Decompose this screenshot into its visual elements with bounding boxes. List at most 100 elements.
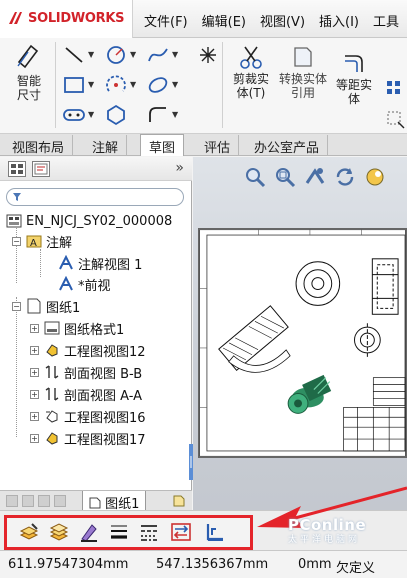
solidworks-logo[interactable]: SOLIDWORKS: [0, 0, 133, 38]
feature-tree-icon[interactable]: [8, 161, 26, 177]
tree-item-annotation-view[interactable]: 注解视图 1: [58, 253, 142, 273]
scissors-icon: [240, 46, 262, 69]
chevron-down-icon[interactable]: ▼: [130, 50, 136, 59]
ribbon-separator: [222, 42, 223, 128]
previous-view-icon[interactable]: [303, 165, 327, 189]
chevron-down-icon[interactable]: ▼: [172, 80, 178, 89]
feature-manager-panel: » EN_NJCJ_SY02_000008 − A 注解 注解视图 1 *前视 …: [0, 157, 193, 510]
line-icon[interactable]: [62, 44, 86, 66]
expand-toggle[interactable]: +: [30, 412, 39, 421]
convert-entities-icon: [294, 47, 312, 67]
collapse-toggle[interactable]: −: [12, 237, 21, 246]
previous-sheet-arrow[interactable]: [22, 495, 34, 507]
rebuild-icon[interactable]: [333, 165, 357, 189]
convert-entities-button[interactable]: 转换实体引用: [278, 44, 328, 100]
expand-toggle[interactable]: +: [30, 324, 39, 333]
status-bar: 611.97547304mm 547.1356367mm 0mm 欠定义: [0, 550, 407, 578]
ellipse-icon[interactable]: [146, 74, 170, 96]
collapse-toggle[interactable]: −: [12, 302, 21, 311]
tab-annotation[interactable]: 注解: [84, 135, 128, 156]
tree-item-sheet-format[interactable]: 图纸格式1: [44, 318, 124, 338]
point-icon[interactable]: [196, 44, 220, 66]
tree-root-label: EN_NJCJ_SY02_000008: [26, 213, 173, 229]
offset-label: 等距实体: [335, 78, 372, 106]
tab-sketch[interactable]: 草图: [140, 134, 185, 156]
command-manager: 智能尺寸 ▼ ▼ ▼ ▼ ▼ ▼ ▼ ▼ 剪裁实体(T) 转换实体引用 等距实体: [0, 38, 407, 134]
expand-toggle[interactable]: +: [30, 368, 39, 377]
trim-entities-button[interactable]: 剪裁实体(T): [228, 44, 274, 100]
fillet-icon[interactable]: [146, 104, 170, 126]
chevron-down-icon[interactable]: ▼: [88, 50, 94, 59]
line-style-icon[interactable]: [138, 521, 160, 543]
polygon-icon[interactable]: [104, 104, 128, 126]
filter-field[interactable]: [6, 188, 184, 206]
ribbon-separator: [55, 42, 56, 128]
command-tabs: 视图布局 注解 草图 评估 办公室产品: [0, 134, 407, 156]
menu-tools[interactable]: 工具: [373, 11, 399, 30]
convert-label: 转换实体引用: [279, 72, 328, 100]
move-entities-icon[interactable]: [384, 108, 407, 130]
expand-toggle[interactable]: +: [30, 390, 39, 399]
zoom-to-fit-icon[interactable]: [243, 165, 267, 189]
tree-item-drawing-view-12-label: 工程图视图12: [64, 344, 146, 360]
menu-view[interactable]: 视图(V): [260, 11, 305, 30]
line-color-icon[interactable]: [78, 521, 100, 543]
heads-up-view-toolbar: [243, 165, 387, 189]
chevron-down-icon[interactable]: ▼: [172, 110, 178, 119]
chevron-down-icon[interactable]: ▼: [130, 80, 136, 89]
brand-name: SOLIDWORKS: [28, 11, 125, 26]
spline-icon[interactable]: [146, 44, 170, 66]
tree-item-section-aa-label: 剖面视图 A-A: [64, 388, 143, 404]
tree-item-front-view[interactable]: *前视: [58, 274, 111, 294]
smart-dimension-button[interactable]: 智能尺寸: [6, 44, 52, 102]
tree-root[interactable]: EN_NJCJ_SY02_000008: [6, 211, 172, 231]
menu-edit[interactable]: 编辑(E): [202, 11, 246, 30]
tree-item-sheet[interactable]: 图纸1: [26, 296, 80, 316]
tree-item-drawing-view-12[interactable]: 工程图视图12: [44, 340, 146, 360]
linear-pattern-icon[interactable]: [384, 78, 407, 100]
tab-evaluate[interactable]: 评估: [196, 135, 240, 156]
annotations-folder-icon: A: [26, 235, 42, 249]
tree-item-drawing-view-16[interactable]: 工程图视图16: [44, 406, 146, 426]
smart-dimension-icon: [17, 44, 39, 69]
chevron-down-icon[interactable]: ▼: [88, 80, 94, 89]
zoom-to-area-icon[interactable]: [273, 165, 297, 189]
property-manager-icon[interactable]: [32, 161, 50, 177]
layer-stack-icon[interactable]: [48, 521, 70, 543]
watermark-line-2: 太平洋电脑网: [288, 535, 361, 545]
apply-scene-icon[interactable]: [363, 165, 387, 189]
expand-toggle[interactable]: +: [30, 434, 39, 443]
tab-office-products[interactable]: 办公室产品: [246, 135, 329, 156]
menu-file[interactable]: 文件(F): [144, 11, 188, 30]
tree-item-annotations[interactable]: A 注解: [26, 231, 72, 251]
tree-item-sheet-label: 图纸1: [46, 300, 81, 316]
tab-view-layout[interactable]: 视图布局: [4, 135, 74, 156]
tree-item-section-bb[interactable]: 剖面视图 B-B: [44, 362, 142, 382]
layer-properties-icon[interactable]: [18, 521, 40, 543]
graphics-area[interactable]: [193, 157, 407, 510]
last-sheet-arrow[interactable]: [54, 495, 66, 507]
expand-toggle[interactable]: +: [30, 346, 39, 355]
add-sheet-icon[interactable]: [172, 494, 186, 508]
more-panels-button[interactable]: »: [175, 160, 184, 176]
next-sheet-arrow[interactable]: [38, 495, 50, 507]
color-display-mode-icon[interactable]: [204, 521, 226, 543]
tree-item-section-aa[interactable]: 剖面视图 A-A: [44, 384, 142, 404]
hide-show-edges-icon[interactable]: [170, 521, 192, 543]
watermark: PConline 太平洋电脑网: [288, 516, 366, 545]
drawing-document-icon: [6, 214, 22, 228]
circle-icon[interactable]: [104, 44, 128, 66]
chevron-down-icon[interactable]: ▼: [172, 50, 178, 59]
sheet-tab-1[interactable]: 图纸1: [82, 491, 147, 512]
slot-icon[interactable]: [62, 104, 86, 126]
menu-insert[interactable]: 插入(I): [319, 11, 359, 30]
sheet-icon: [89, 497, 101, 509]
first-sheet-arrow[interactable]: [6, 495, 18, 507]
arc-icon[interactable]: [104, 74, 128, 96]
chevron-down-icon[interactable]: ▼: [88, 110, 94, 119]
tree-item-drawing-view-17[interactable]: 工程图视图17: [44, 428, 146, 448]
rectangle-icon[interactable]: [62, 74, 86, 96]
line-thickness-icon[interactable]: [108, 521, 130, 543]
offset-entities-button[interactable]: 等距实体: [330, 50, 378, 106]
drawing-sheet[interactable]: [198, 228, 407, 458]
